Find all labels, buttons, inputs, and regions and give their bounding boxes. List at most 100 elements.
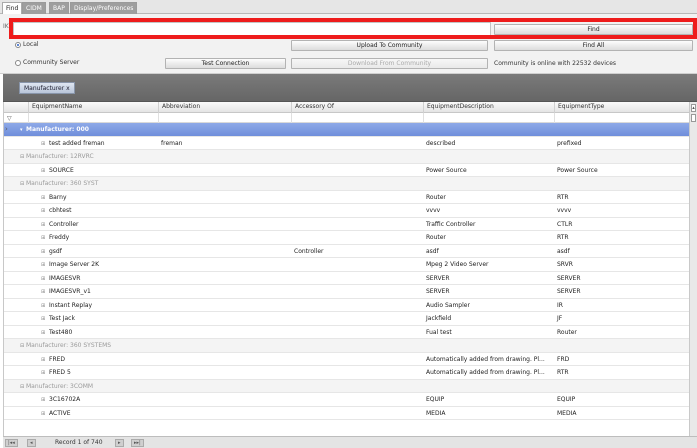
search-prefix: IK [3,23,9,30]
expand-row-icon[interactable]: ⊞ [41,394,49,406]
tab-cidm[interactable]: CIDM [22,2,46,14]
table-row[interactable]: ⊞ cbhtest vvvv vvvv [4,204,689,218]
table-row[interactable]: ⊞ IMAGESVR_v1 SERVER SERVER [4,285,689,299]
expand-row-icon[interactable]: ⊞ [41,408,49,420]
filter-cell[interactable] [28,113,158,123]
expand-row-icon[interactable]: ⊞ [41,232,49,244]
cell-text: MEDIA [426,409,446,417]
group-row[interactable]: ⊟ Manufacturer: 3COMM [4,379,689,393]
expand-row-icon[interactable]: ⊞ [41,219,49,231]
expand-row-icon[interactable]: ⊞ [41,300,49,312]
table-row[interactable]: ⊞ Test480 Fual test Router [4,326,689,339]
find-all-button[interactable]: Find All [494,40,693,51]
radio-community-server[interactable]: Community Server [15,59,79,66]
cell-acc [291,326,423,339]
tab-bap[interactable]: BAP [49,2,69,14]
expand-row-icon[interactable]: ⊞ [41,246,49,258]
column-header-accessory-of[interactable]: Accessory Of [291,102,423,113]
group-row[interactable]: ⊟ Manufacturer: 360 SYSTEMS [4,339,689,353]
table-row[interactable]: ⊞ Freddy Router RTR [4,231,689,245]
scroll-up-icon[interactable]: ▴ [691,104,696,112]
expand-row-icon[interactable]: ⊞ [41,192,49,204]
group-row-label-cell: ⊟ Manufacturer: 12RVRC [17,150,617,163]
group-chip-manufacturer[interactable]: Manufacturer x [19,82,75,94]
table-row[interactable]: ⊞ Barny Router RTR [4,191,689,204]
table-row[interactable]: ⊞ IMAGESVR SERVER SERVER [4,272,689,285]
cell-acc [291,218,423,231]
expand-row-icon[interactable]: ⊞ [41,165,49,177]
expand-row-icon[interactable]: ⊞ [41,138,49,150]
expand-row-icon[interactable]: ⊞ [41,259,49,271]
cell-text: EQUIP [426,396,445,403]
expand-row-icon[interactable]: ⊞ [41,205,49,217]
filter-cell[interactable] [291,113,423,123]
cell-desc: vvvv [423,204,554,217]
record-navigator: |◂◂ ◂ Record 1 of 740 ▸ ▸▸| [3,436,697,448]
tab-find[interactable]: Find [2,2,23,14]
table-row[interactable]: ⊞ 3C16702A EQUIP EQUIP [4,393,689,407]
cell-type: asdf [554,245,689,258]
expand-row-icon[interactable]: ⊞ [41,354,49,366]
expand-row-icon[interactable]: ⊞ [41,327,49,339]
cell-abbr [158,312,291,325]
expand-row-icon[interactable]: ⊞ [41,286,49,298]
table-row[interactable]: ⊞ ACTIVE MEDIA MEDIA [4,407,689,420]
expand-row-icon[interactable]: ⊞ [41,367,49,379]
cell-abbr: freman [158,137,291,150]
table-row[interactable]: ⊞ gsdf Controller asdf asdf [4,245,689,258]
last-record-button[interactable]: ▸▸| [131,439,144,447]
filter-cell[interactable] [554,113,689,123]
filter-cell[interactable] [423,113,554,123]
cell-text: described [426,139,456,147]
table-row[interactable]: ⊞ test added freman freman described prefixe… [4,137,689,150]
radio-local[interactable]: Local [15,41,39,48]
column-header-equipmentdescription[interactable]: EquipmentDescription [423,102,554,113]
table-row[interactable]: ⊞ FRED 5 Automatically added from drawing.… [4,366,689,380]
cell-text: Automatically added from drawing. Pl... [426,355,545,363]
test-connection-button[interactable]: Test Connection [165,58,286,69]
cell-text: IR [557,301,563,309]
first-record-button[interactable]: |◂◂ [5,439,18,447]
table-row[interactable]: ⊞ FRED Automatically added from drawing. P… [4,353,689,366]
cell-acc [291,312,423,325]
upload-to-community-button[interactable]: Upload To Community [291,40,488,51]
cell-text: SERVER [426,274,450,282]
grid-header: EquipmentName Abbreviation Accessory Of … [4,102,689,113]
table-row[interactable]: ⊞ Image Server 2K Mpeg 2 Video Server SRVR [4,258,689,272]
cell-text: Router [426,193,446,201]
cell-acc [291,366,423,379]
cell-type: CTLR [554,218,689,231]
group-row-label-cell: ⊟ Manufacturer: 360 SYST [17,177,617,190]
cell-desc: asdf [423,245,554,258]
group-row[interactable]: › ▾ Manufacturer: 000 [4,123,689,137]
scroll-thumb[interactable] [691,114,696,122]
expand-row-icon[interactable]: ⊞ [41,273,49,285]
group-label: Manufacturer: 360 SYST [26,180,99,187]
cell-abbr [158,366,291,379]
cell-desc: SERVER [423,272,554,285]
cell-desc: Traffic Controller [423,218,554,231]
tab-display-preferences[interactable]: Display/Preferences [70,2,138,14]
cell-text: gsdf [49,247,62,255]
group-row[interactable]: ⊟ Manufacturer: 12RVRC [4,150,689,164]
filter-icon[interactable]: ▽ [7,115,12,122]
cell-acc [291,164,423,177]
download-from-community-button[interactable]: Download From Community [291,58,488,69]
cell-text: freman [161,139,183,147]
next-record-button[interactable]: ▸ [115,439,124,447]
column-header-equipmenttype[interactable]: EquipmentType [554,102,689,113]
vertical-scrollbar[interactable]: ▴ [689,102,697,436]
table-row[interactable]: ⊞ SOURCE Power Source Power Source [4,164,689,177]
filter-cell[interactable] [158,113,291,123]
group-row[interactable]: ⊟ Manufacturer: 360 SYST [4,177,689,191]
column-header-equipmentname[interactable]: EquipmentName [28,102,158,113]
table-row[interactable]: ⊞ Controller Traffic Controller CTLR [4,218,689,231]
expand-row-icon[interactable]: ⊞ [41,313,49,325]
table-row[interactable]: ⊞ Test Jack Jackfield JF [4,312,689,326]
prev-record-button[interactable]: ◂ [27,439,36,447]
column-header-abbreviation[interactable]: Abbreviation [158,102,291,113]
cell-acc [291,231,423,244]
cell-name: ⊞ Freddy [38,231,158,244]
table-row[interactable]: ⊞ Instant Replay Audio Sampler IR [4,299,689,312]
cell-type: FRD [554,353,689,366]
